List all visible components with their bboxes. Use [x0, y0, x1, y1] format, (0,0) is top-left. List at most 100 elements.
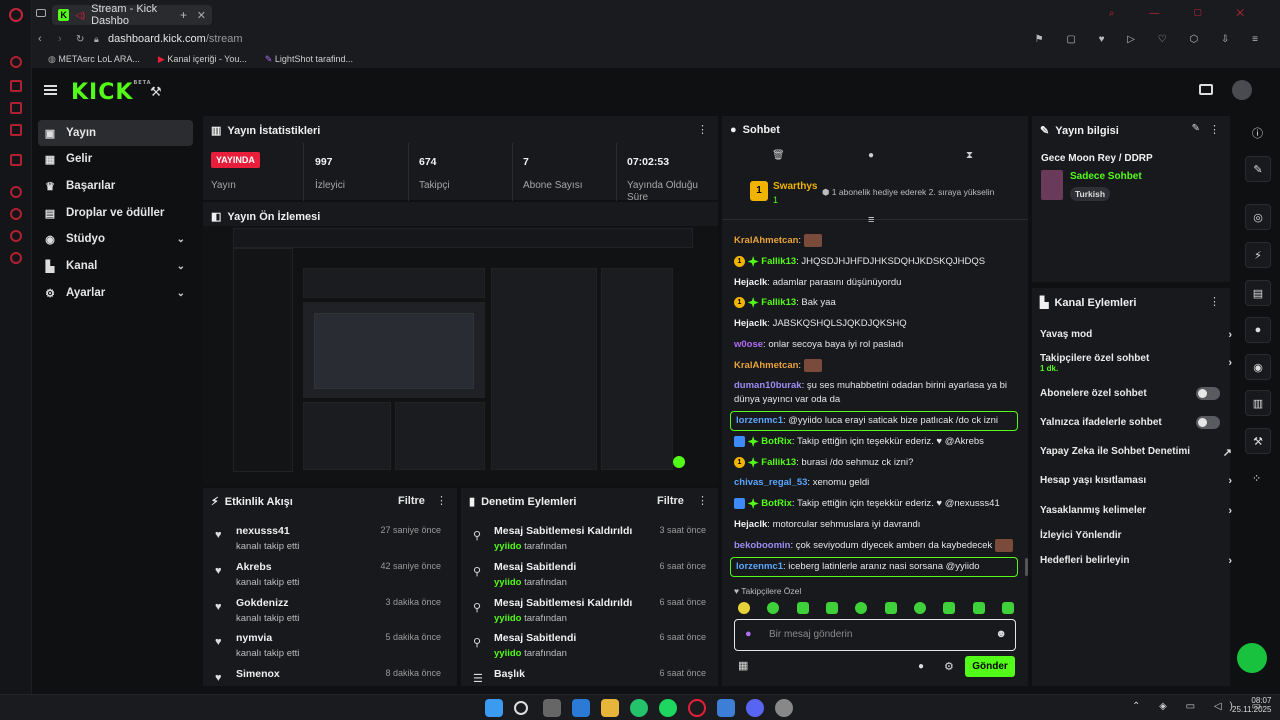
- back-icon[interactable]: ‹: [38, 33, 42, 45]
- list-item[interactable]: ♥ Gokdenizz kanalı takip etti 3 dakika önce: [203, 592, 453, 626]
- category-link[interactable]: Sadece Sohbet: [1070, 171, 1142, 182]
- edit-icon[interactable]: ✎: [1192, 123, 1200, 134]
- mic-icon[interactable]: ●: [745, 628, 752, 640]
- slow-mode-item[interactable]: Yavaş mod ›: [1040, 329, 1232, 341]
- trash-icon[interactable]: 🗑︎: [772, 150, 785, 161]
- url-field[interactable]: dashboard.kick.com/stream: [108, 33, 243, 45]
- info-icon[interactable]: ⓘ: [1252, 125, 1263, 141]
- more-icon[interactable]: ⋮: [1209, 295, 1220, 308]
- sidebar-icon[interactable]: [10, 80, 22, 92]
- gear-icon[interactable]: ⚙: [944, 660, 954, 673]
- banned-words-item[interactable]: Yasaklanmış kelimeler ›: [1040, 505, 1232, 517]
- emote-icon[interactable]: [855, 602, 868, 614]
- whatsapp-icon[interactable]: [630, 699, 648, 717]
- sidebar-icon[interactable]: [10, 124, 22, 136]
- settings-icon[interactable]: [10, 252, 22, 264]
- list-item[interactable]: ⚲ Mesaj Sabitlendi yyiido tarafından 6 saat…: [461, 627, 718, 661]
- list-item[interactable]: ♥ Simenox 8 dakika önce: [203, 663, 453, 686]
- toolbar-icons[interactable]: ⚑ ▢ ♥ ▷ ♡ ⬡ ⇩ ≡: [1035, 34, 1268, 45]
- sidebar-icon[interactable]: [10, 208, 22, 220]
- emote-icon[interactable]: [943, 602, 956, 614]
- help-chat-button[interactable]: [1237, 643, 1267, 673]
- list-item[interactable]: ♥ Akrebs kanalı takip etti 42 saniye önce: [203, 556, 453, 590]
- new-tab-icon[interactable]: +: [180, 8, 187, 22]
- layout-icon[interactable]: ▥: [1245, 390, 1271, 416]
- hourglass-icon[interactable]: ⧗: [966, 150, 973, 161]
- kick-logo[interactable]: KICKBETA: [71, 80, 152, 105]
- list-item[interactable]: ⚲ Mesaj Sabitlendi yyiido tarafından 6 saat…: [461, 556, 718, 590]
- list-item[interactable]: ⚲ Mesaj Sabitlemesi Kaldırıldı yyiido tara…: [461, 592, 718, 626]
- store-icon[interactable]: ▦: [738, 659, 748, 672]
- list-item[interactable]: ☰ Başlık 6 saat önce: [461, 663, 718, 686]
- chat-bubble-icon[interactable]: ●: [918, 661, 924, 672]
- sidebar-icon[interactable]: [10, 230, 22, 242]
- sidebar-icon[interactable]: [10, 186, 22, 198]
- ai-moderation-item[interactable]: Yapay Zeka ile Sohbet Denetimi ↗: [1040, 446, 1232, 459]
- nav-item-revenue[interactable]: ▦ Gelir: [38, 146, 193, 172]
- more-icon[interactable]: ⋮: [436, 494, 447, 507]
- menu-icon[interactable]: [44, 85, 57, 95]
- bookmark-item[interactable]: ▶ Kanal içeriği - You...: [158, 54, 247, 65]
- more-icon[interactable]: ⋮: [697, 494, 708, 507]
- bolt-icon[interactable]: ⚡︎: [1245, 242, 1271, 268]
- emoji-icon[interactable]: ☻: [995, 628, 1007, 640]
- filter-button[interactable]: Filtre: [398, 495, 425, 507]
- opera-logo-icon[interactable]: [9, 8, 23, 22]
- steam-icon[interactable]: [775, 699, 793, 717]
- chat-input-box[interactable]: ● Bir mesaj gönderin ☻: [734, 619, 1016, 651]
- emote-icon[interactable]: [825, 602, 838, 614]
- raid-item[interactable]: İzleyici Yönlendir: [1040, 530, 1230, 541]
- bookmark-item[interactable]: ◍ METAsrc LoL ARA...: [48, 54, 140, 65]
- nav-item-channel[interactable]: ▙ Kanal ⌄: [38, 253, 193, 279]
- file-explorer-icon[interactable]: [601, 699, 619, 717]
- more-icon[interactable]: ⋮: [1209, 123, 1220, 136]
- emote-icon[interactable]: [767, 602, 780, 614]
- browser-tab[interactable]: K ◁) Stream - Kick Dashbo ✕: [52, 3, 212, 27]
- nav-item-achievements[interactable]: ♛ Başarılar: [38, 173, 193, 199]
- window-controls[interactable]: ⌕ — ▢ ✕: [1109, 8, 1260, 19]
- more-icon[interactable]: ⋮: [697, 123, 708, 136]
- bookmark-item[interactable]: ✎ LightShot tarafind...: [265, 54, 353, 65]
- wrench-icon[interactable]: ⚒: [1245, 428, 1271, 454]
- scrollbar[interactable]: [1025, 558, 1028, 576]
- reload-icon[interactable]: ↻: [76, 34, 84, 45]
- app-icon[interactable]: [717, 699, 735, 717]
- nav-item-studio[interactable]: ◉ Stüdyo ⌄: [38, 226, 193, 252]
- emote-icon[interactable]: [972, 602, 985, 614]
- emotes-chat-toggle[interactable]: [1196, 416, 1220, 429]
- task-view-icon[interactable]: [543, 699, 561, 717]
- nav-item-drops[interactable]: ▤ Droplar ve ödüller: [38, 200, 193, 226]
- forward-icon[interactable]: ›: [58, 33, 62, 45]
- broadcast-icon[interactable]: ◉: [1245, 354, 1271, 380]
- followers-chat-item[interactable]: Takipçilere özel sohbet 1 dk. ›: [1040, 353, 1232, 373]
- sidebar-icon[interactable]: [10, 154, 22, 166]
- emote-icon[interactable]: [738, 602, 750, 614]
- collapse-icon[interactable]: ≡: [868, 214, 874, 226]
- edit-icon[interactable]: ✎: [1245, 156, 1271, 182]
- dots-icon[interactable]: ⁘: [1252, 472, 1261, 485]
- chat-bubble-icon[interactable]: ●: [868, 150, 874, 161]
- sidebar-icon[interactable]: [10, 56, 22, 68]
- emote-icon[interactable]: [796, 602, 809, 614]
- clock[interactable]: 08:07 25.11.2025: [1232, 696, 1271, 714]
- emote-icon[interactable]: [884, 602, 897, 614]
- start-icon[interactable]: [485, 699, 503, 717]
- chat-input[interactable]: Bir mesaj gönderin: [769, 629, 852, 640]
- stream-preview[interactable]: [203, 226, 718, 484]
- spotify-icon[interactable]: [659, 699, 677, 717]
- close-icon[interactable]: ✕: [197, 9, 206, 22]
- emote-icon[interactable]: [913, 602, 926, 614]
- nav-item-settings[interactable]: ⚙ Ayarlar ⌄: [38, 280, 193, 306]
- subs-chat-toggle[interactable]: [1196, 387, 1220, 400]
- emote-icon[interactable]: [1001, 602, 1014, 614]
- discord-icon[interactable]: [746, 699, 764, 717]
- goals-item[interactable]: Hedefleri belirleyin ›: [1040, 555, 1232, 567]
- age-restriction-item[interactable]: Hesap yaşı kısıtlaması ›: [1040, 475, 1232, 487]
- tab-overview-icon[interactable]: [36, 9, 46, 17]
- filter-button[interactable]: Filtre: [657, 495, 684, 507]
- opera-icon[interactable]: [688, 699, 706, 717]
- app-icon[interactable]: [572, 699, 590, 717]
- list-item[interactable]: ⚲ Mesaj Sabitlemesi Kaldırıldı yyiido tara…: [461, 520, 718, 554]
- list-item[interactable]: ♥ nymvia kanalı takip etti 5 dakika önce: [203, 627, 453, 661]
- list-item[interactable]: ♥ nexusss41 kanalı takip etti 27 saniye önc…: [203, 520, 453, 554]
